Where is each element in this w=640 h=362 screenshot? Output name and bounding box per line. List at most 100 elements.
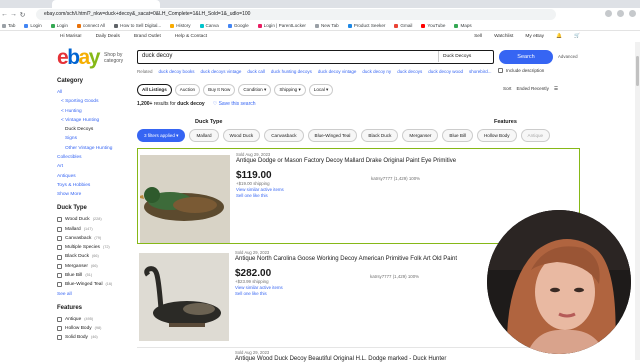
filter-chip[interactable]: Mallard — [189, 129, 219, 142]
sidebar-category-link[interactable]: < Vintage Hunting — [57, 116, 132, 125]
sell-one-link[interactable]: Sell one like this — [236, 193, 575, 199]
sidebar-category-link[interactable]: Toys & Hobbies — [57, 181, 132, 190]
filter-checkbox-row[interactable]: Canvasback (79) — [57, 234, 132, 243]
bookmark-item[interactable]: connect All — [76, 23, 105, 28]
filter-chip[interactable]: Merganser — [402, 129, 439, 142]
bookmark-item[interactable]: Tab — [2, 23, 15, 28]
listing-image[interactable] — [140, 155, 230, 243]
search-input[interactable]: duck decoy Duck Decoys — [137, 50, 494, 64]
checkbox[interactable] — [57, 236, 62, 241]
checkbox[interactable] — [57, 263, 62, 269]
watchlist-link[interactable]: Watchlist — [494, 34, 513, 42]
forward-icon[interactable]: → — [9, 11, 18, 18]
bookmark-item[interactable]: Login — [24, 23, 42, 28]
advanced-search-link[interactable]: Advanced — [558, 54, 578, 59]
listing-title[interactable]: Antique Dodge or Mason Factory Decoy Mal… — [236, 158, 575, 164]
listing-item[interactable]: Sold Aug 29, 2023 Antique Wood Duck Deco… — [137, 347, 580, 362]
sidebar-category-link[interactable]: Duck Decoys — [57, 125, 132, 134]
reload-icon[interactable]: ↻ — [18, 11, 27, 19]
feature-chip[interactable]: Hollow Body — [476, 129, 517, 142]
bookmark-item[interactable]: New Tab — [314, 23, 339, 28]
bookmark-item[interactable]: Maps — [454, 23, 472, 28]
filter-chip[interactable]: Blue-Winged Teal — [307, 129, 358, 142]
filter-chip[interactable]: Black Duck — [361, 129, 399, 142]
related-search-link[interactable]: duck decoy ny — [362, 69, 391, 74]
search-button[interactable]: Search — [499, 50, 553, 64]
related-search-link[interactable]: shorebird... — [469, 69, 492, 74]
filter-chip[interactable]: Wood Duck — [222, 129, 261, 142]
sort-select[interactable]: Ended Recently — [516, 86, 548, 92]
filter-checkbox-row[interactable]: Blue Bill (51) — [57, 271, 132, 280]
daily-deals-link[interactable]: Daily Deals — [96, 34, 120, 42]
related-search-link[interactable]: duck call — [247, 69, 265, 74]
shop-by-category[interactable]: Shop by category — [104, 52, 132, 64]
listing-image[interactable] — [139, 253, 229, 341]
scrollbar-thumb[interactable] — [636, 56, 639, 86]
tab-local[interactable]: Local ▾ — [308, 84, 334, 96]
extension-icon[interactable] — [605, 10, 612, 17]
filter-checkbox-row[interactable]: Black Duck (66) — [57, 252, 132, 261]
filter-checkbox-row[interactable]: Multiple Species (72) — [57, 243, 132, 252]
sidebar-category-link[interactable]: All — [57, 88, 132, 97]
save-search-link[interactable]: ♡ Save this search — [213, 101, 256, 107]
checkbox[interactable] — [57, 217, 62, 223]
list-view-icon[interactable]: ☰ — [554, 86, 558, 92]
sidebar-category-link[interactable]: Collectibles — [57, 153, 132, 162]
bookmark-item[interactable]: Gmail — [394, 23, 412, 28]
sidebar-category-link[interactable]: Antiques — [57, 172, 132, 181]
checkbox[interactable] — [498, 68, 503, 73]
checkbox[interactable] — [57, 326, 62, 332]
listing-title[interactable]: Antique Wood Duck Decoy Beautiful Origin… — [235, 356, 576, 362]
cart-icon[interactable]: 🛒 — [574, 34, 580, 42]
filter-checkbox-row[interactable]: Solid Body (46) — [57, 333, 132, 342]
bookmark-item[interactable]: Canva — [199, 23, 219, 28]
my-ebay-link[interactable]: My eBay — [525, 34, 544, 42]
tab-all-listings[interactable]: All Listings — [137, 84, 172, 96]
category-select[interactable]: Duck Decoys — [438, 51, 493, 62]
bookmark-item[interactable]: History — [170, 23, 191, 28]
checkbox[interactable] — [57, 254, 62, 260]
bookmark-item[interactable]: How to Sell Digital... — [114, 23, 161, 28]
filter-chip[interactable]: Blue Bill — [442, 129, 473, 142]
brand-outlet-link[interactable]: Brand Outlet — [134, 34, 161, 42]
greeting[interactable]: Hi Marisa! — [60, 34, 82, 42]
back-icon[interactable]: ← — [0, 11, 9, 18]
checkbox[interactable] — [57, 335, 62, 341]
bookmark-item[interactable]: Google — [227, 23, 249, 28]
bookmark-item[interactable]: YouTube — [421, 23, 445, 28]
page-scrollbar[interactable] — [635, 42, 640, 360]
checkbox[interactable] — [57, 245, 62, 251]
tab-condition[interactable]: Condition ▾ — [238, 84, 272, 96]
sidebar-category-link[interactable]: Signs — [57, 134, 132, 143]
filters-applied-chip[interactable]: 3 filters applied ▾ — [137, 129, 186, 142]
sell-link[interactable]: Sell — [474, 34, 482, 42]
filter-checkbox-row[interactable]: Mallard (147) — [57, 225, 132, 234]
browser-tab[interactable] — [52, 0, 160, 8]
menu-icon[interactable] — [629, 10, 636, 17]
tab-shipping[interactable]: Shipping ▾ — [274, 84, 306, 96]
include-description[interactable]: Include description — [498, 68, 544, 73]
sidebar-category-link[interactable]: Art — [57, 162, 132, 171]
tab-buy-it-now[interactable]: Buy It Now — [203, 84, 236, 96]
related-search-link[interactable]: duck decoy vintage — [318, 69, 357, 74]
checkbox[interactable] — [57, 316, 62, 322]
filter-checkbox-row[interactable]: Merganser (66) — [57, 262, 132, 271]
filter-checkbox-row[interactable]: Antique (495) — [57, 315, 132, 324]
bookmark-item[interactable]: Product Seeker — [347, 23, 385, 28]
filter-chip[interactable]: Canvasback — [264, 129, 304, 142]
see-all-link[interactable]: See all — [57, 290, 132, 299]
profile-icon[interactable] — [617, 10, 624, 17]
bookmark-item[interactable]: Login | ParentLocker — [257, 23, 306, 28]
checkbox[interactable] — [57, 226, 62, 232]
help-link[interactable]: Help & Contact — [175, 34, 207, 42]
show-more-link[interactable]: Show More — [57, 190, 132, 199]
address-bar[interactable]: ebay.com/sch/i.html?_nkw=duck+decoy&_sac… — [36, 9, 556, 20]
related-search-link[interactable]: duck decoys — [397, 69, 422, 74]
filter-checkbox-row[interactable]: Wood Duck (228) — [57, 215, 132, 224]
tab-auction[interactable]: Auction — [174, 84, 201, 96]
related-search-link[interactable]: duck decoy books — [159, 69, 195, 74]
feature-chip[interactable]: Antique — [520, 129, 551, 142]
related-search-link[interactable]: duck decoys vintage — [201, 69, 242, 74]
ebay-logo[interactable]: ebay — [57, 46, 100, 70]
bookmark-item[interactable]: Login — [50, 23, 68, 28]
